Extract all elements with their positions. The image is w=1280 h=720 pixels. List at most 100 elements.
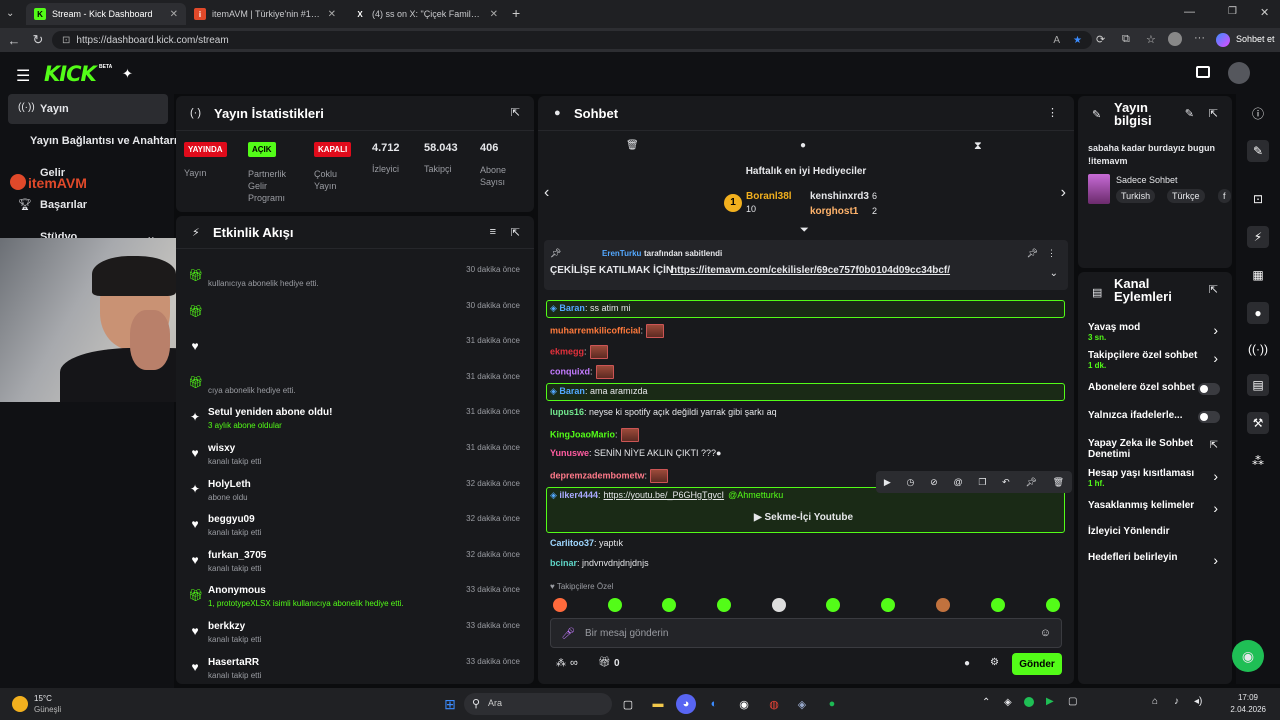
creator-mode-icon[interactable] [1196,66,1210,78]
info-icon[interactable]: ⓘ [1247,102,1269,124]
gift-icon[interactable]: 🎁︎ [598,657,611,668]
tools-icon[interactable]: ✦ [122,66,133,82]
category-thumbnail[interactable] [1088,174,1110,204]
chat-emote[interactable] [646,324,665,338]
layout-icon[interactable]: ▤ [1247,374,1269,396]
chevron-right-icon[interactable]: › [1213,552,1218,568]
collapse-icon[interactable]: ⏷ [800,224,809,237]
channel-action-item[interactable]: Takipçilere özel sohbet 1 dk. › [1078,350,1232,374]
pencil-icon[interactable]: ✎ [1247,140,1269,162]
copy-icon[interactable]: ❐ [978,477,986,488]
filter-icon[interactable]: ≡ [490,226,496,238]
back-icon[interactable]: ← [2,33,26,48]
chat-username[interactable]: depremzadembometw [550,470,645,480]
activity-item[interactable]: ✦ HolyLeth abone oldu 32 dakika önce [176,470,534,504]
tab-list-chevron-icon[interactable]: ⌄ [6,8,14,19]
split-screen-icon[interactable]: ⧉ [1122,33,1130,46]
user-avatar[interactable] [1228,62,1250,84]
chat-message[interactable]: conquixd: [550,365,614,379]
wrench-icon[interactable]: ⚒ [1247,412,1269,434]
channel-action-item[interactable]: Yalnızca ifadelerle... [1078,410,1232,434]
emote-icon[interactable] [991,598,1005,612]
chat-copilot-label[interactable]: Sohbet et [1236,34,1275,44]
chat-link[interactable]: https://youtu.be/_P6GHgTgvcI [603,490,724,500]
chat-message[interactable]: ◈ Baran: ama aramızda [550,386,647,397]
ban-icon[interactable]: ⊘ [930,477,938,488]
activity-item[interactable]: ♥ beggyu09 kanalı takip etti 32 dakika önce [176,505,534,539]
activity-item[interactable]: ♥ HasertaRR kanalı takip etti 33 dakika önc… [176,648,534,682]
youtube-inline-button[interactable]: ▶ Sekme-İçi Youtube [754,512,853,523]
clock-date[interactable]: 2.04.2026 [1230,705,1266,714]
tag-chip[interactable]: Turkish [1116,189,1156,203]
read-aloud-icon[interactable]: A [1053,35,1060,46]
profile-avatar[interactable] [1168,32,1182,46]
popout-icon[interactable]: ⇱ [1209,107,1218,120]
chat-message[interactable]: ◈ Baran: ss atim mi [550,303,630,314]
delete-icon[interactable]: 🗑︎ [1053,477,1064,488]
gifter-name[interactable]: Boranl38l [746,191,792,202]
sidebar-item-yayin[interactable]: ((·)) Yayın [8,94,168,124]
task-view-icon[interactable]: ▢ [618,694,638,714]
chat-message[interactable]: Yunuswe: SENİN NİYE AKLIN ÇIKTI ???● [550,448,722,458]
gifter-name[interactable]: korghost1 [810,206,858,217]
chat-mention[interactable]: @Ahmetturku [728,490,783,500]
more-options-icon[interactable]: ⋮ [1047,106,1058,119]
edit-icon[interactable]: ✎ [1185,107,1194,120]
emote-icon[interactable] [553,598,567,612]
favorite-star-icon[interactable]: ★ [1073,35,1082,46]
chat-message[interactable]: depremzadembometw: [550,469,669,483]
windows-start-icon[interactable]: ⊞ [440,694,460,714]
points-icon[interactable]: ⁂ [556,658,566,669]
emoji-icon[interactable]: ☺ [1040,627,1051,639]
tab-x[interactable]: X (4) ss on X: "Çiçek Family 🫖 https: ✕ [346,3,506,25]
copilot-icon[interactable] [1216,33,1230,47]
category-name[interactable]: Sadece Sohbet [1116,175,1178,185]
chevron-right-icon[interactable]: › [1061,184,1066,202]
channel-action-item[interactable]: Yavaş mod 3 sn. › [1078,322,1232,346]
activity-item[interactable]: ♥ 31 dakika önce [176,327,534,361]
activity-item[interactable]: ♥ furkan_3705 kanalı takip etti 32 dakika ö… [176,541,534,575]
trash-icon[interactable]: 🗑︎ [626,140,639,151]
activity-item[interactable]: 🎁︎ Anonymous 1, prototypeXLSX isimli kulla… [176,576,534,610]
channel-action-item[interactable]: Yapay Zeka ile Sohbet Denetimi ⇱ [1078,438,1232,462]
spotify-icon[interactable]: ● [822,694,842,714]
chat-username[interactable]: conquixd [550,366,590,376]
popout-icon[interactable]: ⇱ [511,106,520,119]
activity-item[interactable]: ♥ wisxy kanalı takip etti 31 dakika önce [176,434,534,468]
extensions-icon[interactable]: ⟳ [1096,33,1105,46]
mic-tray-icon[interactable]: ♪ [1174,696,1179,707]
chat-emote[interactable] [589,345,608,359]
expand-icon[interactable]: ⌄ [1050,268,1058,279]
emote-icon[interactable] [772,598,786,612]
chat-username[interactable]: Yunuswe [550,448,589,458]
chevron-right-icon[interactable]: › [1213,468,1218,484]
chevron-right-icon[interactable]: › [1213,350,1218,366]
close-tab-icon[interactable]: ✕ [170,9,178,20]
sidebar-item-basarilar[interactable]: Başarılar [40,199,87,211]
mic-icon[interactable]: 🎤︎ [561,627,575,640]
pinned-by-user[interactable]: ErenTurku [602,249,641,258]
network-icon[interactable]: ⌂ [1152,696,1158,707]
activity-item[interactable]: 🎁︎ 30 dakika önce [176,292,534,326]
tray-app-icon[interactable]: ◈ [1004,697,1012,708]
pin-icon[interactable]: 📌︎ [1025,477,1036,488]
activity-item[interactable]: 🎁︎ kullanıcıya abonelik hediye etti. 30 da… [176,256,534,290]
chat-emote[interactable] [620,428,639,442]
minimize-icon[interactable]: — [1184,6,1195,18]
url-field[interactable]: ⊡ https://dashboard.kick.com/stream A ★ [52,31,1092,49]
chat-message[interactable]: ekmegg: [550,345,608,359]
chat-message[interactable]: ◈ ilker4444: https://youtu.be/_P6GHgTgvcI… [550,490,783,501]
emote-icon[interactable] [936,598,950,612]
chat-input[interactable]: 🎤︎ Bir mesaj gönderin ☺ [550,618,1062,648]
emote-icon[interactable] [881,598,895,612]
chat-username[interactable]: lupus16 [550,407,584,417]
reply-icon[interactable]: ↶ [1002,477,1010,488]
popout-icon[interactable]: ⇱ [511,226,520,239]
channel-action-item[interactable]: Abonelere özel sohbet [1078,382,1232,406]
channel-action-item[interactable]: Hesap yaşı kısıtlaması 1 hf. › [1078,468,1232,492]
site-info-icon[interactable]: ⊡ [62,35,70,46]
close-window-icon[interactable]: ✕ [1260,6,1269,19]
more-options-icon[interactable]: ⋮ [1047,248,1056,259]
lightning-icon[interactable]: ⚡︎ [1247,226,1269,248]
capture-icon[interactable]: ⊡ [1247,188,1269,210]
